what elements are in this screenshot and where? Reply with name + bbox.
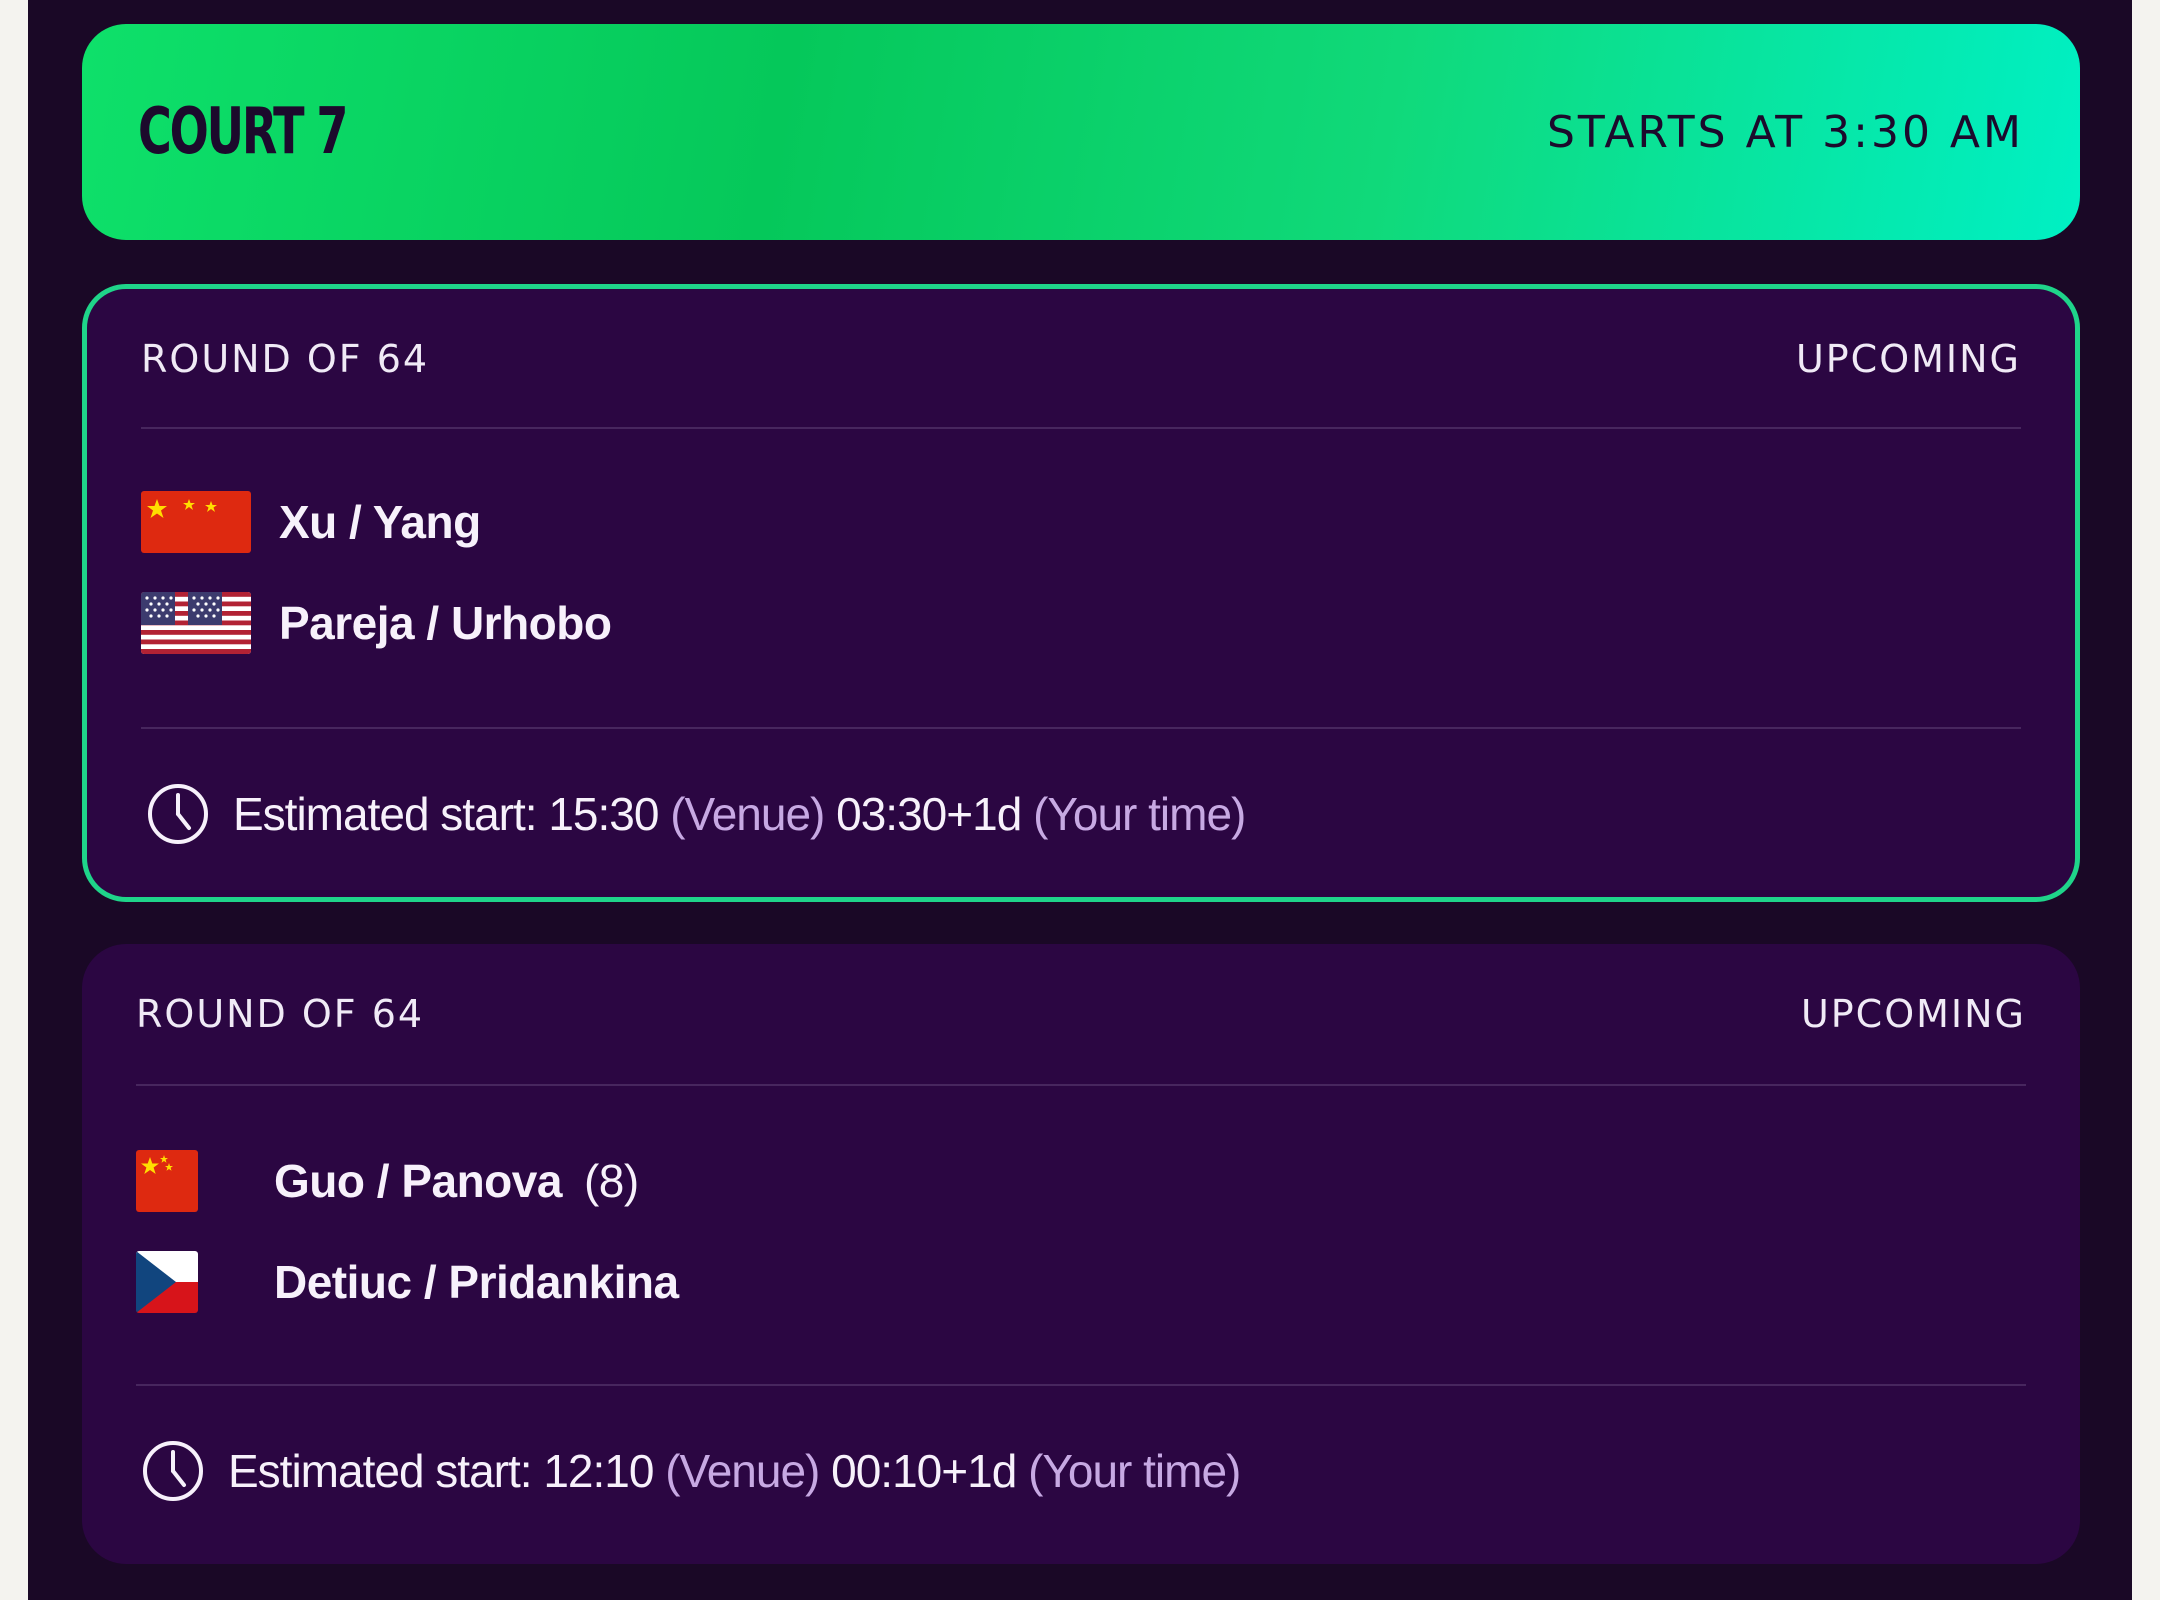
clock-icon: [143, 1441, 203, 1501]
team-row: Pareja / Urhobo: [141, 588, 612, 658]
round-label: ROUND OF 64: [141, 337, 430, 381]
divider: [141, 427, 2021, 429]
divider: [136, 1084, 2026, 1086]
divider: [141, 727, 2021, 729]
court-start-time: STARTS AT 3:30 AM: [1546, 106, 2024, 158]
local-time: 03:30+1d: [836, 788, 1022, 840]
match-card-header: ROUND OF 64 UPCOMING: [141, 289, 2021, 429]
schedule-panel: COURT 7 STARTS AT 3:30 AM ROUND OF 64 UP…: [28, 0, 2132, 1600]
china-flag-icon: [141, 491, 251, 553]
match-status: UPCOMING: [1795, 337, 2021, 381]
local-time: 00:10+1d: [831, 1445, 1017, 1497]
court-title: COURT 7: [138, 95, 348, 169]
team-name[interactable]: Xu / Yang: [279, 495, 481, 549]
venue-time: Estimated start: 12:10: [228, 1445, 654, 1497]
team-row: Guo / Panova (8): [136, 1146, 639, 1216]
match-status: UPCOMING: [1800, 992, 2026, 1036]
team-name[interactable]: Pareja / Urhobo: [279, 596, 612, 650]
estimated-start: Estimated start: 15:30 (Venue) 03:30+1d …: [145, 779, 1246, 849]
court-header: COURT 7 STARTS AT 3:30 AM: [82, 24, 2080, 240]
match-card[interactable]: ROUND OF 64 UPCOMING Xu / Yang Pareja / …: [82, 284, 2080, 902]
local-time-label: (Your time): [1028, 1445, 1241, 1497]
round-label: ROUND OF 64: [136, 992, 425, 1036]
match-card[interactable]: ROUND OF 64 UPCOMING Guo / Panova (8) Det…: [82, 944, 2080, 1564]
estimated-start: Estimated start: 12:10 (Venue) 00:10+1d …: [140, 1436, 1241, 1506]
team-row: Xu / Yang: [141, 487, 481, 557]
china-flag-icon: [136, 1150, 198, 1212]
estimated-start-text: Estimated start: 12:10 (Venue) 00:10+1d …: [228, 1444, 1241, 1498]
team-row: Detiuc / Pridankina: [136, 1247, 679, 1317]
divider: [136, 1384, 2026, 1386]
team-name[interactable]: Detiuc / Pridankina: [274, 1255, 679, 1309]
estimated-start-text: Estimated start: 15:30 (Venue) 03:30+1d …: [233, 787, 1246, 841]
team-name-text: Guo / Panova: [274, 1155, 562, 1207]
team-name[interactable]: Guo / Panova (8): [274, 1154, 639, 1208]
venue-time: Estimated start: 15:30: [233, 788, 659, 840]
clock-icon: [148, 784, 208, 844]
usa-flag-icon: [141, 592, 251, 654]
venue-label: (Venue): [665, 1445, 820, 1497]
seed-number: (8): [583, 1155, 639, 1207]
local-time-label: (Your time): [1033, 788, 1246, 840]
match-card-header: ROUND OF 64 UPCOMING: [136, 944, 2026, 1084]
czech-flag-icon: [136, 1251, 198, 1313]
venue-label: (Venue): [670, 788, 825, 840]
